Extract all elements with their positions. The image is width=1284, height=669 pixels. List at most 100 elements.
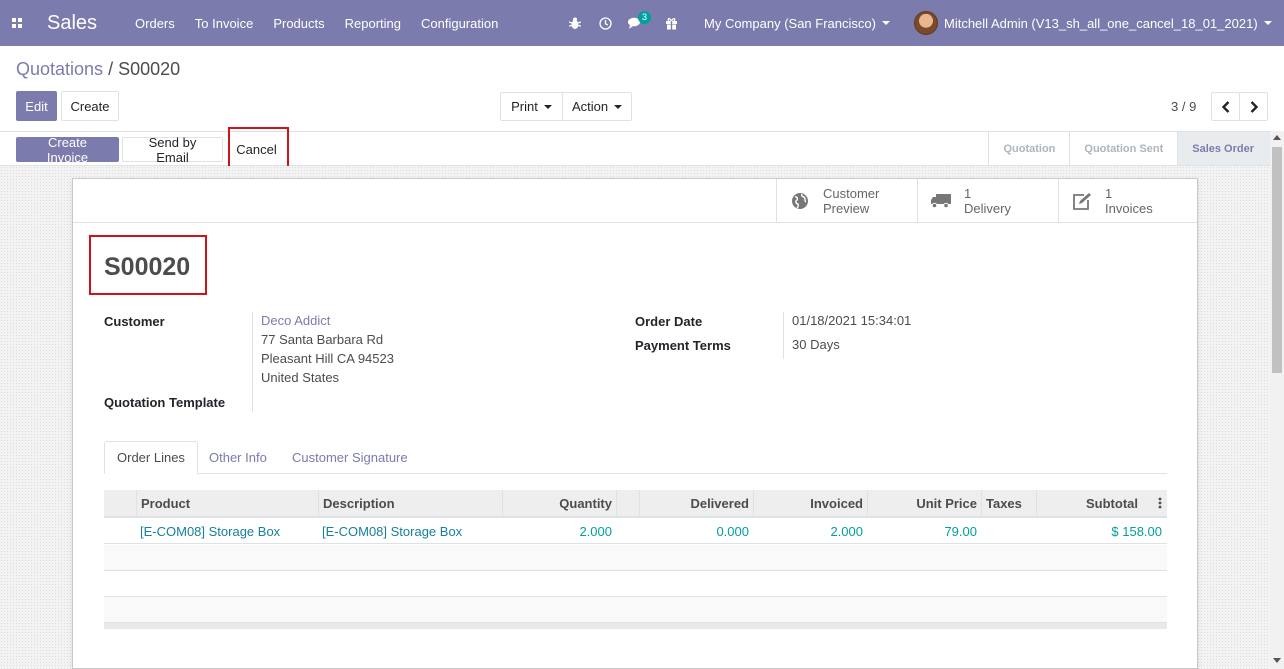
column-taxes[interactable]: Taxes — [981, 490, 1036, 516]
menu-products[interactable]: Products — [273, 16, 324, 31]
user-name: Mitchell Admin (V13_sh_all_one_cancel_18… — [944, 15, 1258, 31]
edit-button[interactable]: Edit — [16, 91, 57, 121]
top-navbar: Sales Orders To Invoice Products Reporti… — [0, 0, 1284, 46]
customer-field: Deco Addict 77 Santa Barbara Rd Pleasant… — [261, 311, 394, 387]
form-sheet: Customer Preview 1 Delivery 1 Invoices S… — [72, 178, 1198, 669]
action-label: Action — [571, 99, 609, 114]
table-row[interactable]: [E-COM08] Storage Box [E-COM08] Storage … — [104, 518, 1167, 544]
activity-clock-icon[interactable] — [590, 0, 620, 46]
payment-terms-value: 30 Days — [792, 337, 840, 352]
column-description[interactable]: Description — [318, 490, 502, 516]
invoices-label: Invoices — [1105, 201, 1153, 216]
chevron-left-icon — [1221, 100, 1229, 113]
invoices-button[interactable]: 1 Invoices — [1058, 179, 1199, 223]
caret-down-icon — [543, 104, 552, 109]
breadcrumb: Quotations / S00020 — [16, 59, 180, 80]
print-dropdown-button[interactable]: Print — [500, 92, 563, 121]
smart-button-box: Customer Preview 1 Delivery 1 Invoices — [73, 179, 1197, 223]
apps-menu-icon[interactable] — [0, 0, 34, 46]
breadcrumb-current: S00020 — [118, 59, 181, 79]
edit-pencil-square-icon — [1059, 192, 1105, 210]
preview-line-1: Customer — [823, 186, 880, 201]
stage-sales-order[interactable]: Sales Order — [1177, 132, 1270, 165]
payment-terms-label: Payment Terms — [635, 338, 731, 353]
globe-icon — [777, 192, 823, 210]
cancel-order-button[interactable]: Cancel — [228, 137, 285, 162]
empty-table-row — [104, 571, 1167, 597]
address-line-3: United States — [261, 370, 340, 385]
address-line-1: 77 Santa Barbara Rd — [261, 332, 384, 347]
app-title[interactable]: Sales — [47, 12, 97, 35]
column-invoiced[interactable]: Invoiced — [753, 490, 867, 516]
cell-quantity[interactable]: 2.000 — [502, 518, 616, 544]
caret-down-icon — [1263, 21, 1272, 25]
breadcrumb-quotations-link[interactable]: Quotations — [16, 59, 103, 79]
customer-preview-button[interactable]: Customer Preview — [776, 179, 917, 223]
cell-product[interactable]: [E-COM08] Storage Box — [136, 518, 318, 544]
cell-subtotal: $ 158.00 — [1111, 523, 1162, 539]
status-stages: Quotation Quotation Sent Sales Order — [988, 132, 1270, 165]
table-footer — [104, 622, 1167, 629]
pager-previous-button[interactable] — [1211, 92, 1240, 121]
column-quantity[interactable]: Quantity — [502, 490, 616, 516]
empty-table-row — [104, 545, 1167, 571]
table-header: Product Description Quantity Delivered I… — [104, 490, 1167, 518]
scroll-up-arrow-icon[interactable] — [1273, 135, 1281, 140]
delivery-button[interactable]: 1 Delivery — [917, 179, 1058, 223]
company-name: My Company (San Francisco) — [704, 15, 876, 31]
print-label: Print — [511, 99, 538, 114]
menu-reporting[interactable]: Reporting — [345, 16, 401, 31]
send-by-email-button[interactable]: Send by Email — [122, 135, 223, 165]
tab-other-info[interactable]: Other Info — [197, 441, 279, 474]
cell-taxes[interactable] — [981, 518, 1036, 544]
user-avatar — [914, 11, 938, 35]
customer-label: Customer — [104, 314, 165, 329]
order-date-value: 01/18/2021 15:34:01 — [792, 313, 912, 328]
tab-order-lines[interactable]: Order Lines — [104, 441, 198, 474]
action-dropdown-button[interactable]: Action — [562, 92, 632, 121]
messages-count-badge: 3 — [638, 11, 652, 24]
field-separator — [783, 312, 784, 359]
customer-link[interactable]: Deco Addict — [261, 311, 394, 330]
caret-down-icon — [881, 21, 890, 25]
cell-unit-price[interactable]: 79.00 — [867, 518, 981, 544]
scroll-thumb[interactable] — [1272, 147, 1282, 373]
menu-orders[interactable]: Orders — [135, 16, 175, 31]
create-button[interactable]: Create — [61, 91, 119, 121]
company-switcher[interactable]: My Company (San Francisco) — [704, 0, 890, 46]
column-subtotal[interactable]: Subtotal — [1036, 490, 1142, 516]
delivery-count: 1 — [964, 186, 972, 201]
breadcrumb-separator: / — [108, 59, 114, 79]
cell-description[interactable]: [E-COM08] Storage Box — [318, 518, 502, 544]
field-separator — [252, 312, 253, 412]
address-line-2: Pleasant Hill CA 94523 — [261, 351, 394, 366]
scroll-down-arrow-icon[interactable] — [1273, 658, 1281, 663]
caret-down-icon — [614, 104, 623, 109]
column-unit-price[interactable]: Unit Price — [867, 490, 981, 516]
messages-chat-icon[interactable]: 3 — [620, 0, 652, 46]
cell-delivered[interactable]: 0.000 — [639, 518, 753, 544]
create-invoice-button[interactable]: Create Invoice — [16, 135, 119, 165]
pager-next-button[interactable] — [1239, 92, 1268, 121]
invoices-count: 1 — [1105, 186, 1113, 201]
notebook-tabs: Order Lines Other Info Customer Signatur… — [104, 441, 1167, 474]
menu-configuration[interactable]: Configuration — [421, 16, 498, 31]
delivery-label: Delivery — [964, 201, 1011, 216]
empty-table-row — [104, 597, 1167, 623]
gift-icon[interactable] — [656, 0, 686, 46]
cell-invoiced[interactable]: 2.000 — [753, 518, 867, 544]
tab-customer-signature[interactable]: Customer Signature — [280, 441, 420, 474]
column-delivered[interactable]: Delivered — [639, 490, 753, 516]
order-date-label: Order Date — [635, 314, 703, 329]
menu-to-invoice[interactable]: To Invoice — [195, 16, 254, 31]
pager-value[interactable]: 3 / 9 — [1171, 99, 1196, 114]
optional-columns-kebab-icon[interactable] — [1154, 490, 1166, 516]
debug-bug-icon[interactable] — [560, 0, 590, 46]
user-menu[interactable]: Mitchell Admin (V13_sh_all_one_cancel_18… — [914, 0, 1272, 46]
stage-quotation[interactable]: Quotation — [988, 132, 1069, 165]
column-product[interactable]: Product — [136, 490, 318, 516]
order-reference-title: S00020 — [104, 253, 191, 281]
stage-quotation-sent[interactable]: Quotation Sent — [1069, 132, 1177, 165]
vertical-scrollbar[interactable] — [1270, 131, 1284, 669]
form-statusbar: Create Invoice Send by Email Cancel Quot… — [0, 131, 1270, 166]
